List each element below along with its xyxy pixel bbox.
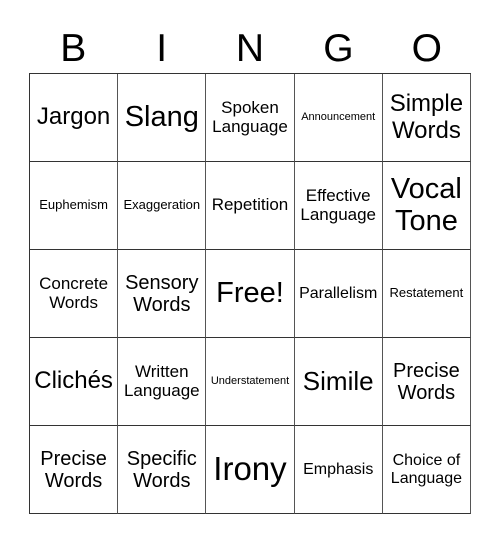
bingo-cell[interactable]: Precise Words [30,426,119,514]
header-letter-o: O [411,27,442,70]
bingo-cell[interactable]: Announcement [294,74,383,162]
header-letter-g: G [323,27,354,70]
bingo-cell[interactable]: Restatement [382,250,471,338]
bingo-cell[interactable]: Clichés [30,338,119,426]
bingo-cell[interactable]: Parallelism [294,250,383,338]
bingo-header: B I N G O [29,26,471,72]
bingo-cell[interactable]: Exaggeration [118,162,207,250]
bingo-cell[interactable]: Effective Language [294,162,383,250]
bingo-cell[interactable]: Spoken Language [206,74,295,162]
header-letter-n: N [235,27,265,70]
bingo-cell[interactable]: Jargon [30,74,119,162]
bingo-cell[interactable]: Vocal Tone [382,162,471,250]
bingo-cell[interactable]: Euphemism [30,162,119,250]
bingo-grid: Jargon Slang Spoken Language Announcement Si… [29,73,471,514]
bingo-cell[interactable]: Irony [206,426,295,514]
bingo-cell[interactable]: Sensory Words [118,250,207,338]
bingo-cell[interactable]: Understatement [206,338,295,426]
bingo-cell[interactable]: Simple Words [382,74,471,162]
bingo-cell[interactable]: Emphasis [294,426,383,514]
bingo-cell[interactable]: Simile [294,338,383,426]
bingo-cell[interactable]: Precise Words [382,338,471,426]
bingo-cell[interactable]: Written Language [118,338,207,426]
bingo-cell[interactable]: Free! [206,250,295,338]
bingo-cell[interactable]: Specific Words [118,426,207,514]
bingo-cell[interactable]: Repetition [206,162,295,250]
bingo-cell[interactable]: Concrete Words [30,250,119,338]
header-letter-i: I [156,27,168,70]
bingo-cell[interactable]: Slang [118,74,207,162]
bingo-cell[interactable]: Choice of Language [382,426,471,514]
header-letter-b: B [60,27,87,70]
